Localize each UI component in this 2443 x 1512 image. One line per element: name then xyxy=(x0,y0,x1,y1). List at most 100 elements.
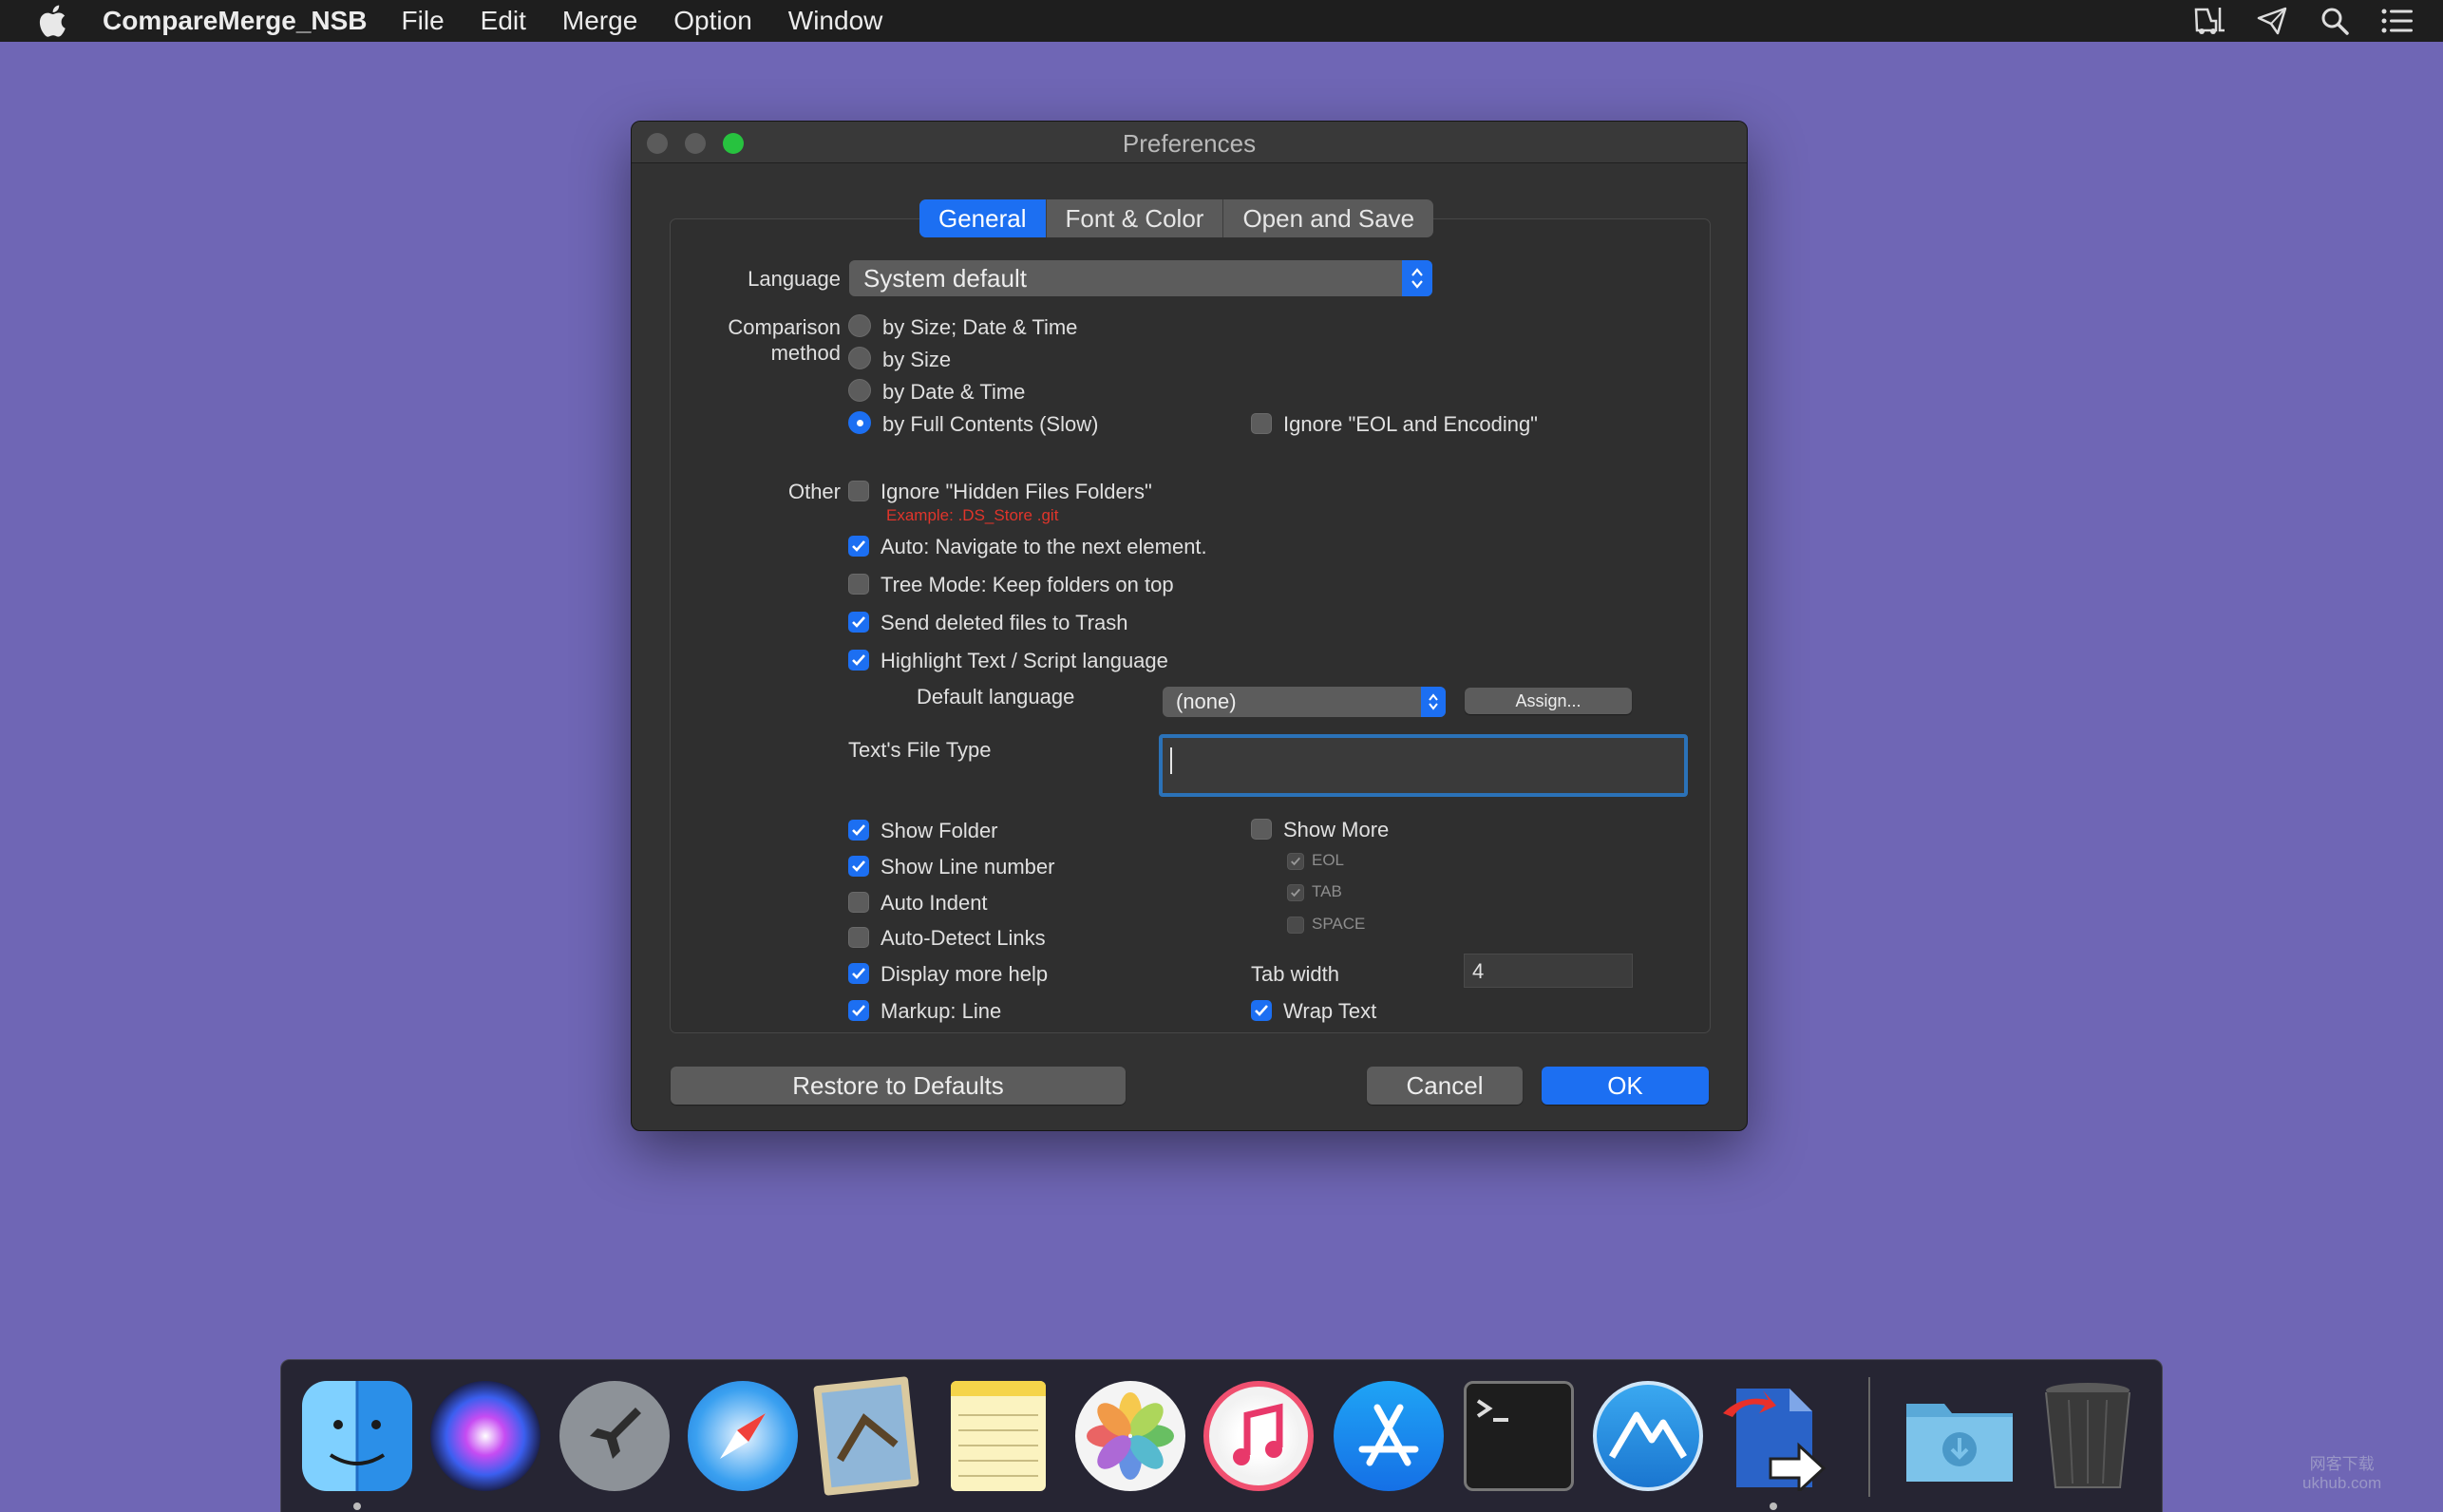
wrap-text-label: Wrap Text xyxy=(1283,999,1377,1023)
highlight-checkbox[interactable] xyxy=(848,650,869,671)
tab-label: TAB xyxy=(1312,882,1342,900)
dock-divider xyxy=(1868,1377,1870,1497)
dock xyxy=(280,1359,2163,1512)
wrap-text-checkbox[interactable] xyxy=(1251,1000,1272,1021)
tree-mode-checkbox[interactable] xyxy=(848,574,869,595)
notes-icon[interactable] xyxy=(951,1381,1046,1491)
downloads-folder-icon[interactable] xyxy=(1903,1381,2017,1491)
auto-indent-checkbox[interactable] xyxy=(848,892,869,913)
space-checkbox[interactable] xyxy=(1287,917,1304,934)
radio-by-date[interactable] xyxy=(848,379,871,402)
finder-icon[interactable] xyxy=(302,1381,412,1491)
window-title: Preferences xyxy=(1122,129,1257,158)
radio-label-by-date: by Date & Time xyxy=(882,380,1026,404)
show-more-label: Show More xyxy=(1283,818,1390,841)
restore-defaults-button[interactable]: Restore to Defaults xyxy=(671,1067,1126,1105)
display-help-label: Display more help xyxy=(881,962,1049,986)
menu-bar: CompareMerge_NSB File Edit Merge Option … xyxy=(0,0,2443,42)
show-folder-label: Show Folder xyxy=(881,819,998,842)
trash-icon[interactable] xyxy=(2040,1381,2135,1491)
notification-center-icon[interactable] xyxy=(2380,4,2415,38)
itunes-icon[interactable] xyxy=(1203,1381,1314,1491)
assign-button[interactable]: Assign... xyxy=(1465,688,1632,714)
ignore-hidden-hint: Example: .DS_Store .git xyxy=(886,506,1059,524)
tree-mode-label: Tree Mode: Keep folders on top xyxy=(881,573,1174,596)
safari-icon[interactable] xyxy=(688,1381,798,1491)
launchpad-icon[interactable] xyxy=(559,1381,670,1491)
default-language-popup[interactable]: (none) xyxy=(1163,687,1446,717)
mountain-app-icon[interactable] xyxy=(1593,1381,1703,1491)
send-trash-checkbox[interactable] xyxy=(848,612,869,633)
file-type-input[interactable] xyxy=(1159,734,1688,797)
menu-edit[interactable]: Edit xyxy=(481,6,526,36)
cancel-button[interactable]: Cancel xyxy=(1367,1067,1523,1105)
radio-by-full-contents[interactable] xyxy=(848,411,871,434)
radio-by-size[interactable] xyxy=(848,347,871,369)
watermark-line-2: ukhub.com xyxy=(2302,1474,2382,1492)
siri-icon[interactable] xyxy=(430,1381,540,1491)
tab-general[interactable]: General xyxy=(919,199,1047,237)
comparison-label: Comparison xyxy=(728,315,841,339)
tab-width-input[interactable]: 4 xyxy=(1464,954,1633,988)
popup-arrows-icon xyxy=(1421,687,1446,717)
send-trash-label: Send deleted files to Trash xyxy=(881,611,1128,634)
menu-option[interactable]: Option xyxy=(673,6,752,36)
show-line-label: Show Line number xyxy=(881,855,1055,879)
menu-merge[interactable]: Merge xyxy=(562,6,637,36)
watermark: 网客下载 ukhub.com xyxy=(2302,1455,2381,1493)
spotlight-search-icon[interactable] xyxy=(2318,4,2352,38)
language-label: Language xyxy=(748,267,841,291)
show-more-checkbox[interactable] xyxy=(1251,819,1272,840)
running-indicator xyxy=(353,1503,361,1510)
ignore-eol-checkbox[interactable] xyxy=(1251,413,1272,434)
auto-indent-label: Auto Indent xyxy=(881,891,988,915)
eol-label: EOL xyxy=(1312,851,1345,869)
eol-checkbox[interactable] xyxy=(1287,853,1304,870)
forklift-icon[interactable] xyxy=(2192,4,2226,38)
show-folder-checkbox[interactable] xyxy=(848,820,869,841)
comparison-method-label: method xyxy=(770,341,841,365)
mail-icon[interactable] xyxy=(813,1376,919,1496)
tab-bar: General Font & Color Open and Save xyxy=(919,199,1434,237)
markup-label: Markup: Line xyxy=(881,999,1002,1023)
text-cursor xyxy=(1170,747,1172,774)
show-line-checkbox[interactable] xyxy=(848,856,869,877)
apple-menu-icon[interactable] xyxy=(38,4,70,38)
menu-app-name[interactable]: CompareMerge_NSB xyxy=(103,6,368,36)
file-type-label: Text's File Type xyxy=(848,738,992,762)
highlight-label: Highlight Text / Script language xyxy=(881,649,1168,672)
language-value: System default xyxy=(863,263,1027,293)
terminal-icon[interactable] xyxy=(1464,1381,1574,1491)
default-language-label: Default language xyxy=(917,685,1075,709)
app-store-icon[interactable] xyxy=(1334,1381,1444,1491)
comparemerge-app-icon[interactable] xyxy=(1717,1381,1828,1491)
language-popup[interactable]: System default xyxy=(849,260,1432,296)
radio-label-by-full-contents: by Full Contents (Slow) xyxy=(882,412,1099,436)
popup-arrows-icon xyxy=(1402,260,1432,296)
auto-navigate-checkbox[interactable] xyxy=(848,536,869,557)
radio-by-size-date[interactable] xyxy=(848,314,871,337)
menu-file[interactable]: File xyxy=(402,6,445,36)
tab-font-color[interactable]: Font & Color xyxy=(1047,199,1224,237)
watermark-line-1: 网客下载 xyxy=(2309,1455,2375,1473)
other-label: Other xyxy=(787,480,841,503)
preferences-window: Preferences General Font & Color Open an… xyxy=(631,121,1748,1131)
markup-checkbox[interactable] xyxy=(848,1000,869,1021)
tab-open-save[interactable]: Open and Save xyxy=(1223,199,1433,237)
display-help-checkbox[interactable] xyxy=(848,963,869,984)
auto-detect-label: Auto-Detect Links xyxy=(881,926,1046,950)
ignore-hidden-label: Ignore "Hidden Files Folders" xyxy=(881,480,1152,503)
ignore-hidden-checkbox[interactable] xyxy=(848,481,869,501)
radio-label-by-size: by Size xyxy=(882,348,952,371)
photos-icon[interactable] xyxy=(1075,1381,1185,1491)
send-icon[interactable] xyxy=(2255,4,2289,38)
default-language-value: (none) xyxy=(1176,690,1237,713)
tab-checkbox[interactable] xyxy=(1287,884,1304,901)
ok-button[interactable]: OK xyxy=(1542,1067,1709,1105)
title-bar[interactable]: Preferences xyxy=(632,122,1747,163)
menu-window[interactable]: Window xyxy=(788,6,883,36)
tab-width-label: Tab width xyxy=(1251,962,1339,986)
auto-detect-checkbox[interactable] xyxy=(848,927,869,948)
auto-navigate-label: Auto: Navigate to the next element. xyxy=(881,535,1207,558)
running-indicator xyxy=(1770,1503,1777,1510)
